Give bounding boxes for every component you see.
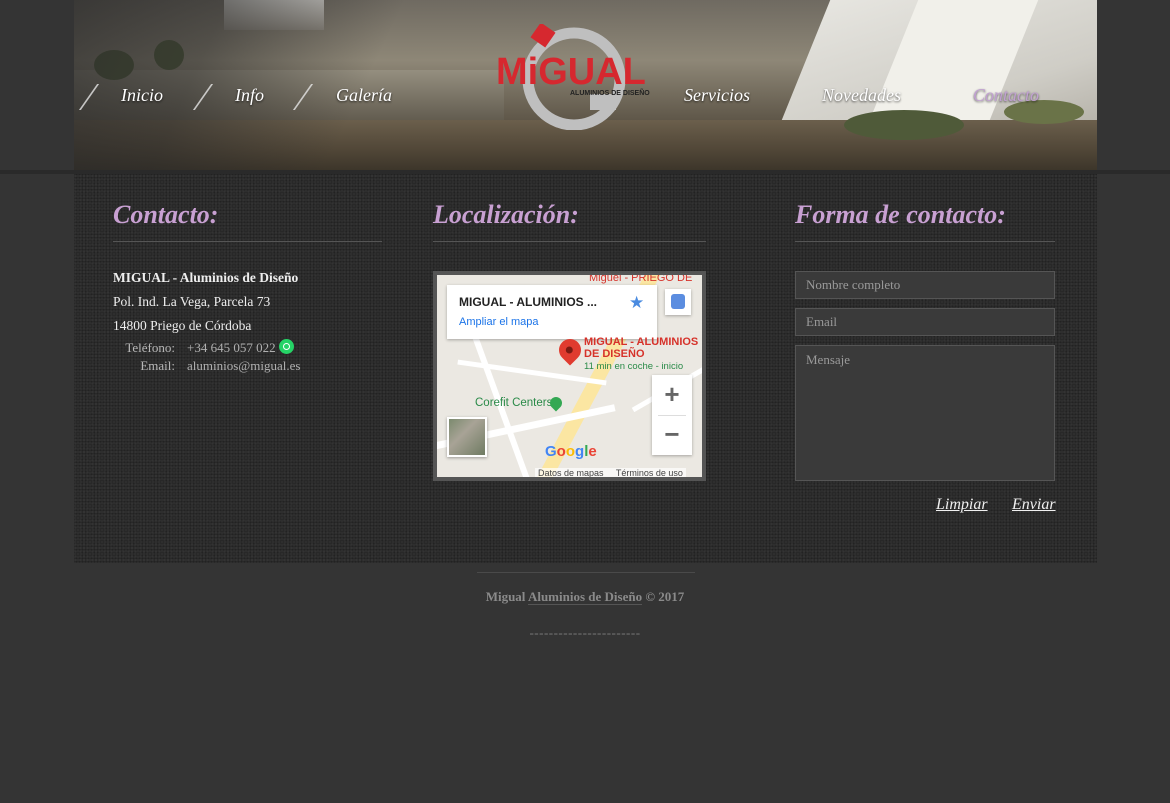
map-place-card: MIGUAL - ALUMINIOS ... Ampliar el mapa ★ — [447, 285, 657, 339]
location-title: Localización: — [433, 200, 579, 229]
footer-divider — [477, 572, 695, 573]
map-place-title: MIGUAL - ALUMINIOS ... — [459, 295, 597, 309]
pegman-icon[interactable] — [665, 289, 691, 315]
form-divider — [795, 241, 1055, 242]
nav-item-servicios[interactable]: Servicios — [684, 85, 750, 106]
migual-logo[interactable]: MiGUAL ALUMINIOS DE DISEÑO — [494, 22, 654, 131]
footer-brand-prefix: Migual — [485, 589, 528, 604]
footer-brand-link[interactable]: Aluminios de Diseño — [527, 589, 643, 605]
google-logo: Google — [545, 443, 597, 460]
main-content: Contacto: MIGUAL - Aluminios de Diseño P… — [74, 174, 1097, 563]
map-embed[interactable]: Miguel - PRIEGO DE MIGUAL - ALUMINIOS ..… — [433, 271, 706, 481]
nav-item-galeria[interactable]: Galería — [336, 85, 392, 106]
phone-row: Teléfono: +34 645 057 022 — [113, 339, 300, 357]
logo-brand-text: MiGUAL — [496, 51, 646, 93]
map-pin-subtitle: 11 min en coche - inicio — [584, 361, 684, 372]
clear-button[interactable]: Limpiar — [936, 496, 988, 514]
company-name: MIGUAL - Aluminios de Diseño — [113, 270, 299, 285]
logo-tagline: ALUMINIOS DE DISEÑO — [570, 88, 650, 97]
send-button[interactable]: Enviar — [1012, 496, 1056, 514]
email-link[interactable]: aluminios@migual.es — [187, 357, 300, 375]
zoom-out-button[interactable]: − — [652, 415, 692, 455]
whatsapp-icon[interactable] — [278, 339, 294, 354]
nav-item-info[interactable]: Info — [235, 85, 264, 106]
location-divider — [433, 241, 706, 242]
phone-label: Teléfono: — [125, 340, 175, 355]
name-field[interactable] — [795, 271, 1055, 299]
nav-item-contacto[interactable]: Contacto — [973, 85, 1039, 106]
nav-item-novedades[interactable]: Novedades — [822, 85, 901, 106]
map-data-link[interactable]: Datos de mapas — [538, 468, 604, 477]
email-field[interactable] — [795, 308, 1055, 336]
star-icon[interactable]: ★ — [629, 293, 644, 313]
footer-dashes: ----------------------- — [529, 625, 641, 640]
map-terms-link[interactable]: Términos de uso — [616, 468, 683, 477]
nav-item-inicio[interactable]: Inicio — [121, 85, 163, 106]
footer-copyright: Migual Aluminios de Diseño © 2017 — [0, 589, 1170, 605]
contact-address: MIGUAL - Aluminios de Diseño Pol. Ind. L… — [113, 266, 383, 338]
map-expand-link[interactable]: Ampliar el mapa — [459, 316, 538, 328]
form-title: Forma de contacto: — [795, 200, 1006, 229]
email-row: Email: aluminios@migual.es — [113, 357, 300, 375]
contact-details: Teléfono: +34 645 057 022 Email: alumini… — [113, 339, 300, 375]
satellite-layer-toggle[interactable] — [447, 417, 487, 457]
phone-value[interactable]: +34 645 057 022 — [187, 339, 276, 357]
zoom-in-button[interactable]: + — [652, 375, 692, 415]
map-poi-label: Corefit Centers — [475, 397, 553, 409]
contact-title: Contacto: — [113, 200, 219, 229]
contact-divider — [113, 241, 382, 242]
footer-copyright-year: © 2017 — [642, 589, 685, 604]
map-zoom-control: + − — [652, 375, 692, 455]
address-line-1: Pol. Ind. La Vega, Parcela 73 — [113, 294, 271, 309]
map-pin-label: MIGUAL - ALUMINIOS DE DISEÑO — [584, 336, 699, 360]
logo-graphic: MiGUAL ALUMINIOS DE DISEÑO — [496, 22, 650, 131]
map-footer: Datos de mapas Términos de uso — [535, 468, 686, 477]
email-label: Email: — [140, 358, 175, 373]
address-line-2: 14800 Priego de Córdoba — [113, 318, 252, 333]
map-pin-icon[interactable] — [554, 334, 586, 366]
map-canvas[interactable]: Miguel - PRIEGO DE MIGUAL - ALUMINIOS ..… — [437, 275, 702, 477]
message-field[interactable] — [795, 345, 1055, 481]
map-top-label: Miguel - PRIEGO DE — [589, 275, 693, 284]
